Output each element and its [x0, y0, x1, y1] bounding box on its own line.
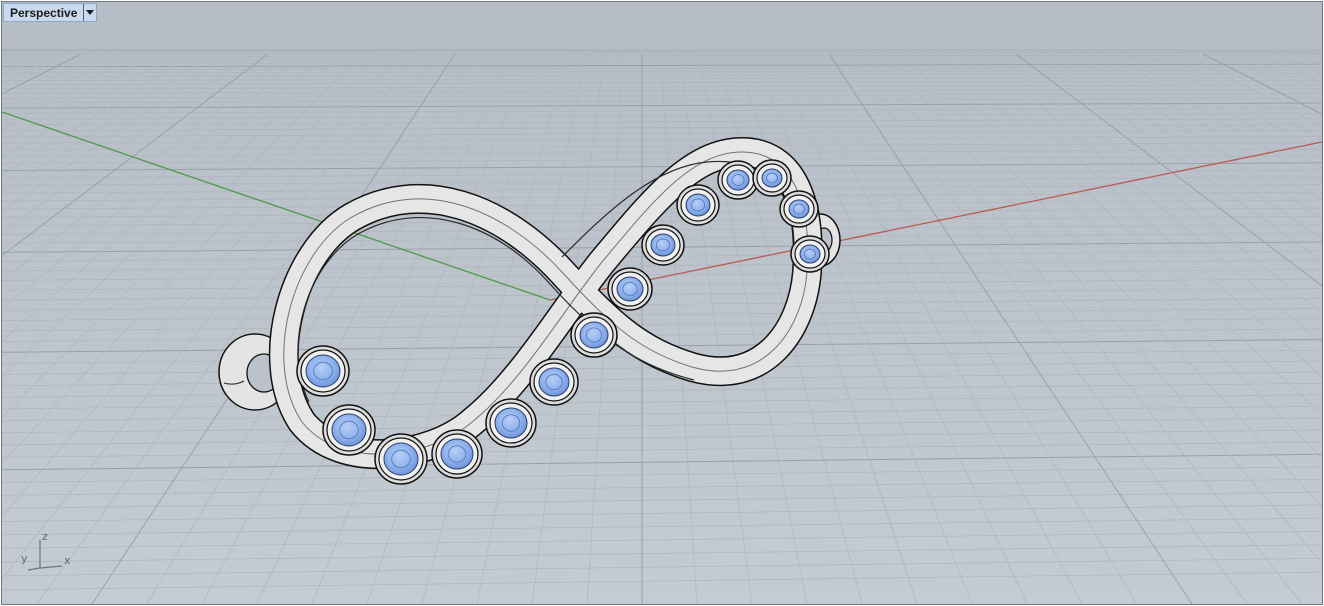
viewport-title-tab[interactable]: Perspective	[3, 3, 98, 22]
gem-setting[interactable]	[431, 429, 483, 479]
gem-setting[interactable]	[485, 398, 537, 448]
x-axis-label: x	[64, 554, 71, 567]
gem-setting[interactable]	[676, 184, 720, 226]
viewport-title[interactable]: Perspective	[4, 4, 83, 21]
dropdown-arrow-icon[interactable]	[83, 4, 96, 21]
gem-setting[interactable]	[779, 190, 819, 228]
gem-setting[interactable]	[570, 312, 618, 358]
viewport-scene[interactable]	[2, 2, 1322, 604]
gem-setting[interactable]	[717, 160, 759, 200]
z-axis-label: z	[42, 530, 48, 543]
viewport-background	[2, 2, 1322, 604]
perspective-viewport[interactable]: Perspective z x y	[1, 1, 1323, 605]
gem-setting[interactable]	[607, 267, 653, 311]
gem-setting[interactable]	[322, 404, 376, 456]
gem-setting[interactable]	[790, 235, 830, 273]
axis-orientation-widget: z x y	[16, 530, 76, 581]
gem-setting[interactable]	[374, 433, 428, 485]
y-axis-label: y	[21, 552, 28, 565]
gem-setting[interactable]	[529, 358, 579, 406]
gem-setting[interactable]	[752, 159, 792, 197]
gem-setting[interactable]	[296, 345, 350, 397]
gem-setting[interactable]	[641, 224, 685, 266]
